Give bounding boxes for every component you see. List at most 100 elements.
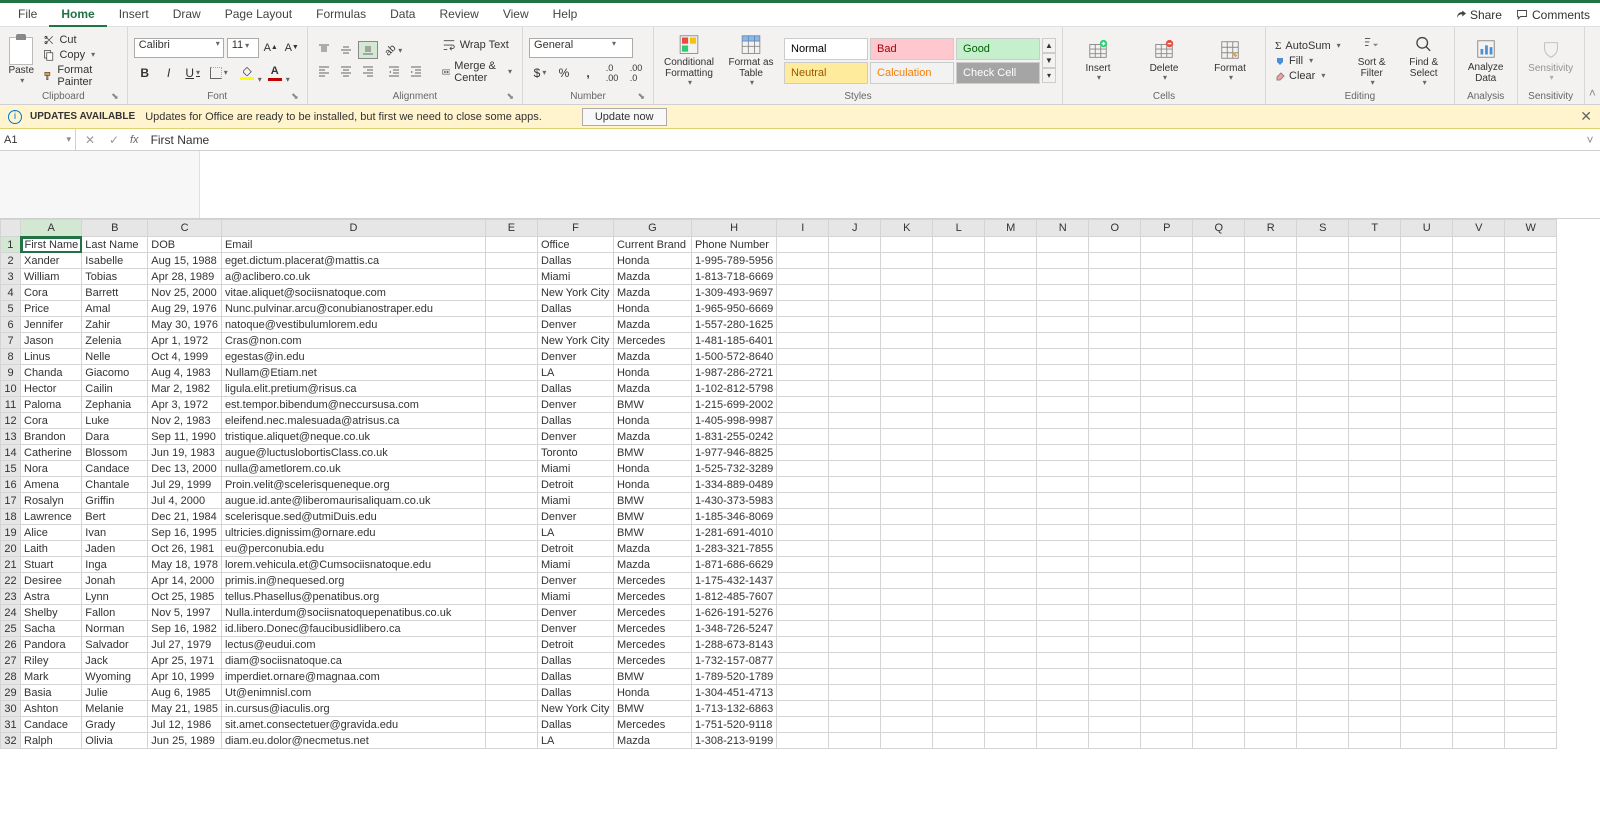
- cell[interactable]: [1193, 477, 1245, 493]
- cell[interactable]: BMW: [613, 509, 691, 525]
- cell[interactable]: [1349, 573, 1401, 589]
- cell[interactable]: 1-812-485-7607: [691, 589, 776, 605]
- cell[interactable]: Mar 2, 1982: [148, 381, 222, 397]
- cell[interactable]: [777, 445, 829, 461]
- cell[interactable]: Office: [537, 237, 613, 253]
- decrease-indent-button[interactable]: [384, 62, 404, 80]
- cell[interactable]: [985, 381, 1037, 397]
- cell[interactable]: [1401, 381, 1453, 397]
- cell[interactable]: [881, 429, 933, 445]
- cell[interactable]: New York City: [537, 285, 613, 301]
- cell[interactable]: Toronto: [537, 445, 613, 461]
- cell[interactable]: Mazda: [613, 285, 691, 301]
- cell[interactable]: [1349, 237, 1401, 253]
- cell[interactable]: [1037, 413, 1089, 429]
- cell[interactable]: [829, 269, 881, 285]
- cell[interactable]: [1193, 557, 1245, 573]
- cell[interactable]: [1453, 381, 1505, 397]
- row-header[interactable]: 1: [1, 237, 21, 253]
- cell[interactable]: [1245, 365, 1297, 381]
- cell[interactable]: [485, 269, 537, 285]
- cell[interactable]: [881, 461, 933, 477]
- cell[interactable]: [1401, 237, 1453, 253]
- cell[interactable]: [1141, 573, 1193, 589]
- cell[interactable]: [485, 413, 537, 429]
- formula-expand-button[interactable]: ˅: [1580, 129, 1600, 150]
- cell[interactable]: [1297, 381, 1349, 397]
- cell[interactable]: Nullam@Etiam.net: [221, 365, 485, 381]
- cell[interactable]: 1-281-691-4010: [691, 525, 776, 541]
- cell[interactable]: [829, 605, 881, 621]
- cell[interactable]: [1089, 461, 1141, 477]
- cell[interactable]: [1245, 557, 1297, 573]
- cell[interactable]: [829, 557, 881, 573]
- cell[interactable]: [829, 381, 881, 397]
- cell[interactable]: Miami: [537, 493, 613, 509]
- cell[interactable]: 1-557-280-1625: [691, 317, 776, 333]
- cell[interactable]: [829, 509, 881, 525]
- cell[interactable]: [1193, 253, 1245, 269]
- cell[interactable]: [1297, 717, 1349, 733]
- cell[interactable]: [1141, 317, 1193, 333]
- cell[interactable]: Apr 10, 1999: [148, 669, 222, 685]
- comma-button[interactable]: ,: [577, 62, 599, 84]
- cell[interactable]: [1297, 285, 1349, 301]
- cell[interactable]: [985, 365, 1037, 381]
- col-header-J[interactable]: J: [829, 220, 881, 237]
- cell[interactable]: [485, 525, 537, 541]
- enter-formula-button[interactable]: ✓: [106, 133, 122, 147]
- cell[interactable]: [1505, 733, 1557, 749]
- cell[interactable]: [777, 301, 829, 317]
- cell[interactable]: [1141, 365, 1193, 381]
- cell[interactable]: [1037, 493, 1089, 509]
- cell[interactable]: [1349, 461, 1401, 477]
- cell[interactable]: [933, 301, 985, 317]
- cell[interactable]: Dallas: [537, 717, 613, 733]
- cell[interactable]: [829, 253, 881, 269]
- cell[interactable]: [985, 493, 1037, 509]
- cell[interactable]: [881, 621, 933, 637]
- cell[interactable]: [1401, 621, 1453, 637]
- cell[interactable]: [1505, 509, 1557, 525]
- cell[interactable]: [985, 701, 1037, 717]
- cell[interactable]: [1453, 573, 1505, 589]
- cell[interactable]: [985, 237, 1037, 253]
- cell[interactable]: [1037, 525, 1089, 541]
- cell[interactable]: [881, 493, 933, 509]
- cell[interactable]: BMW: [613, 669, 691, 685]
- cell[interactable]: [1401, 461, 1453, 477]
- style-bad[interactable]: Bad: [870, 38, 954, 60]
- cell[interactable]: Mazda: [613, 381, 691, 397]
- cell[interactable]: [777, 589, 829, 605]
- cell[interactable]: [1193, 573, 1245, 589]
- cell[interactable]: [1037, 589, 1089, 605]
- cell[interactable]: [1037, 397, 1089, 413]
- cell[interactable]: [485, 493, 537, 509]
- cell[interactable]: [1193, 429, 1245, 445]
- cell[interactable]: Aug 29, 1976: [148, 301, 222, 317]
- cell[interactable]: May 30, 1976: [148, 317, 222, 333]
- cell[interactable]: [933, 333, 985, 349]
- cell[interactable]: [1037, 269, 1089, 285]
- cell[interactable]: [829, 717, 881, 733]
- cell[interactable]: [1141, 605, 1193, 621]
- cell[interactable]: [1453, 589, 1505, 605]
- cell[interactable]: [1297, 269, 1349, 285]
- row-header[interactable]: 20: [1, 541, 21, 557]
- cell[interactable]: [1193, 493, 1245, 509]
- cell[interactable]: Denver: [537, 397, 613, 413]
- cell[interactable]: [1297, 557, 1349, 573]
- cell[interactable]: Dallas: [537, 685, 613, 701]
- cell[interactable]: 1-871-686-6629: [691, 557, 776, 573]
- cell[interactable]: [1245, 413, 1297, 429]
- cell[interactable]: [1401, 365, 1453, 381]
- row-header[interactable]: 4: [1, 285, 21, 301]
- cell[interactable]: [985, 573, 1037, 589]
- cell[interactable]: [1349, 541, 1401, 557]
- tab-formulas[interactable]: Formulas: [304, 3, 378, 27]
- sensitivity-button[interactable]: Sensitivity▾: [1524, 34, 1578, 88]
- cell[interactable]: [1505, 397, 1557, 413]
- cell[interactable]: Desiree: [21, 573, 82, 589]
- cell[interactable]: [1245, 333, 1297, 349]
- cell[interactable]: [1505, 365, 1557, 381]
